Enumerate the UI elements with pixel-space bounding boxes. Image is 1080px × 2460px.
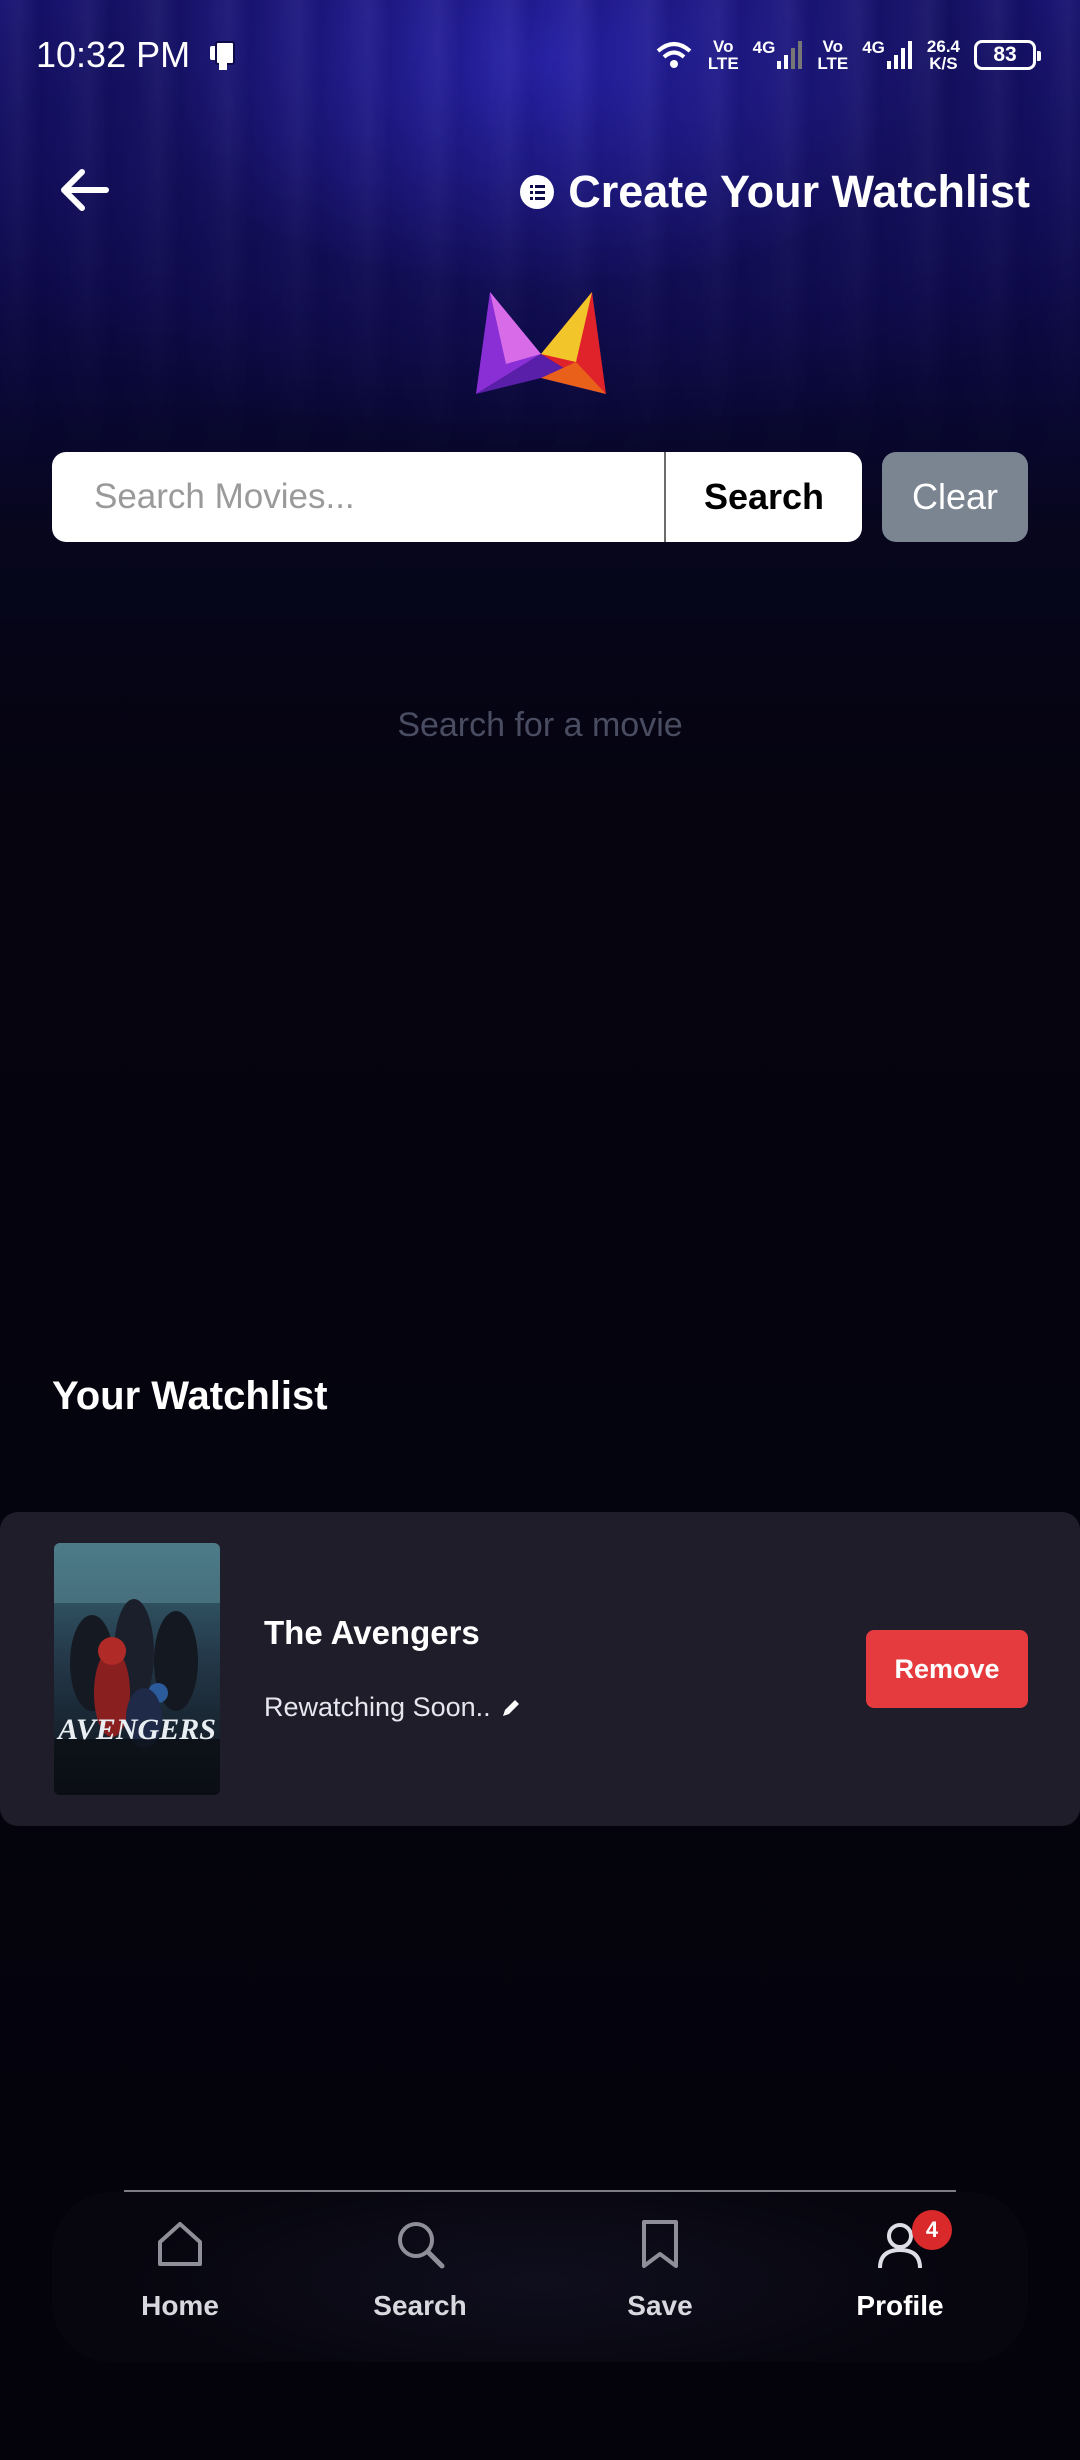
nav-profile[interactable]: 4 Profile [820, 2210, 980, 2340]
edit-pencil-icon[interactable] [501, 1698, 521, 1718]
bookmark-icon [642, 2220, 678, 2268]
remove-button[interactable]: Remove [866, 1630, 1028, 1708]
movie-title: The Avengers [264, 1614, 480, 1651]
search-icon [398, 2222, 445, 2269]
home-icon [158, 2222, 202, 2266]
list-icon [520, 175, 555, 209]
battery-icon: 83 [974, 40, 1041, 70]
page-header: Create Your Watchlist [520, 166, 1030, 218]
search-input[interactable] [52, 452, 664, 542]
nav-search-label: Search [373, 2290, 467, 2321]
page-title: Create Your Watchlist [568, 166, 1030, 217]
app-logo-icon [476, 292, 606, 394]
net-type-2: 4G [862, 38, 885, 57]
wifi-icon [656, 42, 692, 68]
device-icon [210, 41, 235, 70]
net-speed-unit: K/S [929, 54, 958, 73]
nav-profile-label: Profile [856, 2290, 944, 2321]
movie-poster[interactable]: AVENGERS [54, 1543, 220, 1795]
watchlist-title: Your Watchlist [52, 1374, 328, 1418]
volte-badge-2: Vo LTE [817, 37, 849, 73]
net-type-1: 4G [752, 38, 776, 57]
net-speed: 26.4 K/S [927, 38, 960, 72]
nav-home-label: Home [141, 2290, 219, 2321]
movie-note-text: Rewatching Soon.. [264, 1692, 491, 1722]
signal-icon [886, 41, 912, 69]
search-button[interactable]: Search [664, 452, 862, 542]
signal-1: 4G [753, 39, 804, 71]
status-time: 10:32 PM [36, 34, 191, 75]
nav-save[interactable]: Save [580, 2210, 740, 2340]
clear-button[interactable]: Clear [882, 452, 1028, 542]
movie-note[interactable]: Rewatching Soon.. [264, 1692, 521, 1723]
nav-divider [124, 2190, 956, 2192]
signal-icon [777, 41, 803, 69]
search-bar: Search [52, 452, 862, 542]
nav-home[interactable]: Home [100, 2210, 260, 2340]
nav-search[interactable]: Search [340, 2210, 500, 2340]
signal-2: 4G [862, 39, 913, 71]
nav-save-label: Save [627, 2290, 693, 2321]
empty-search-message: Search for a movie [397, 706, 683, 744]
back-arrow-icon[interactable] [56, 162, 112, 218]
net-speed-value: 26.4 [926, 37, 960, 56]
status-icons: Vo LTE 4G Vo LTE 4G 26.4 K/S 83 [654, 30, 1041, 80]
volte-badge-1: Vo LTE [707, 37, 739, 73]
notification-badge: 4 [912, 2210, 952, 2250]
poster-title-text: AVENGERS [56, 1713, 216, 1746]
